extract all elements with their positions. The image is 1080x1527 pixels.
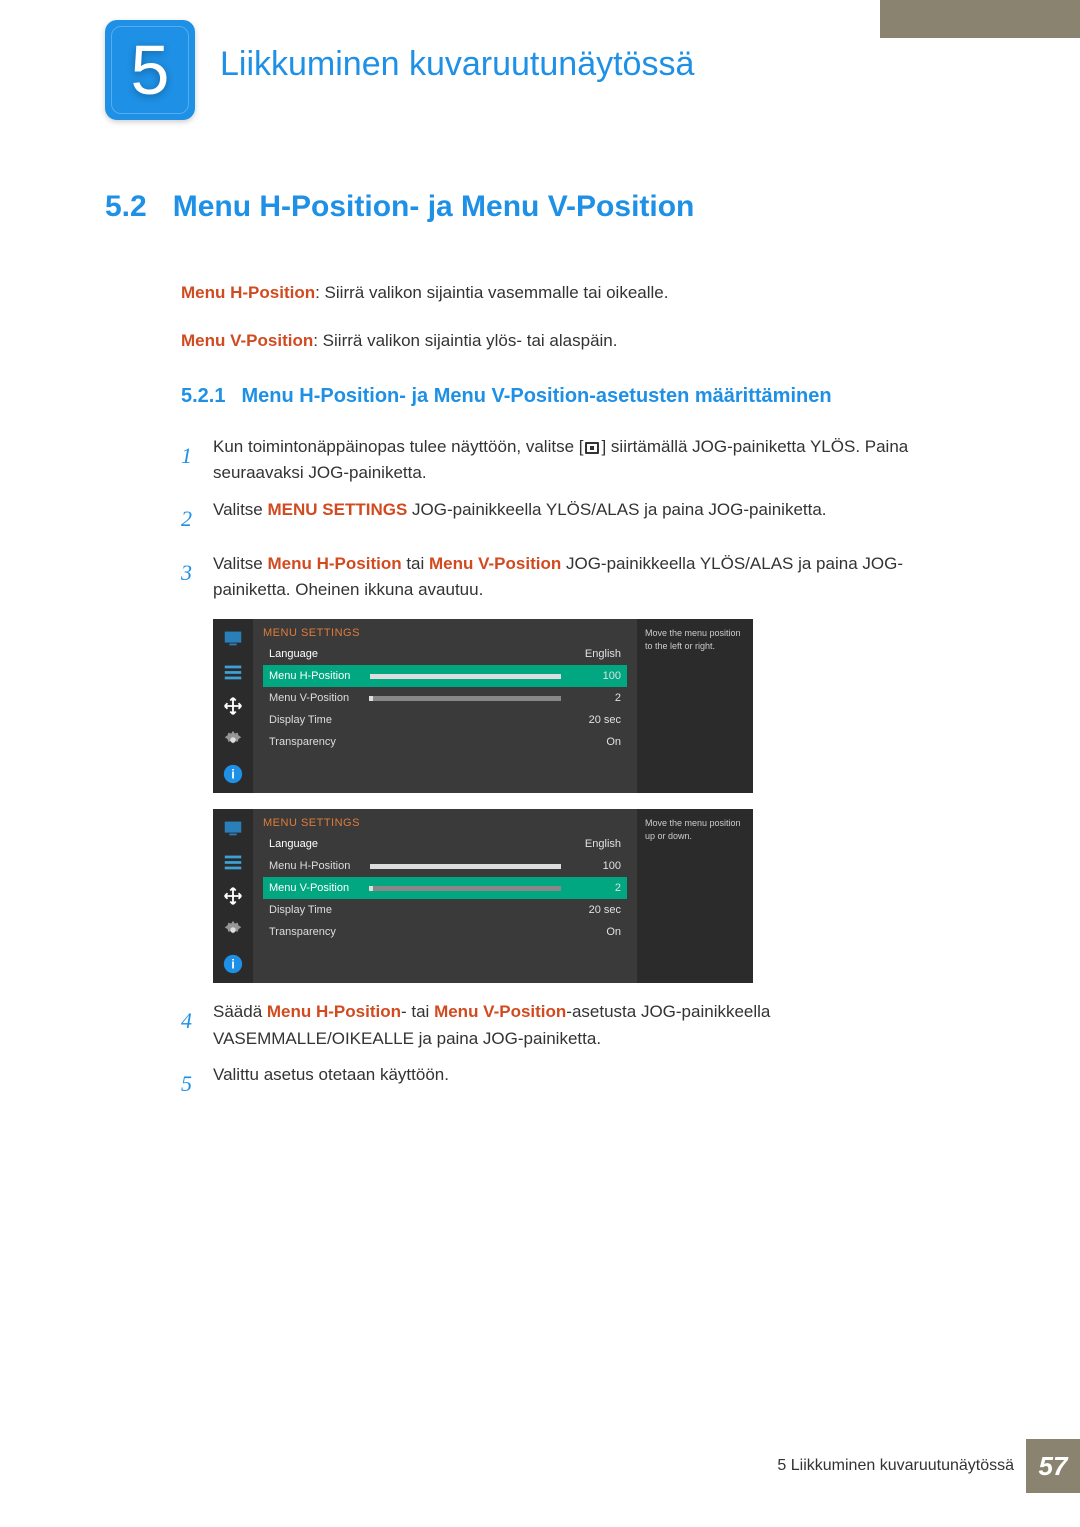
move-icon [222, 695, 244, 717]
chapter-title: Liikkuminen kuvaruutunäytössä [220, 45, 694, 84]
step-4-number: 4 [181, 999, 213, 1043]
subsection-heading: 5.2.1 Menu H-Position- ja Menu V-Position… [181, 385, 975, 408]
definition-h-label: Menu H-Position [181, 283, 315, 302]
definition-v: Menu V-Position: Siirrä valikon sijainti… [181, 328, 975, 354]
osd1-row-language: LanguageEnglish [263, 643, 627, 665]
step-1-number: 1 [181, 434, 213, 478]
definition-v-label: Menu V-Position [181, 331, 313, 350]
section-heading: 5.2 Menu H-Position- ja Menu V-Position [105, 190, 975, 224]
svg-text:i: i [231, 957, 235, 972]
subsection-title: Menu H-Position- ja Menu V-Position-aset… [241, 385, 831, 407]
step-4-body: Säädä Menu H-Position- tai Menu V-Positi… [213, 999, 975, 1052]
section-number: 5.2 [105, 190, 147, 224]
step-3: 3 Valitse Menu H-Position tai Menu V-Pos… [181, 551, 975, 604]
section-title: Menu H-Position- ja Menu V-Position [173, 190, 695, 224]
osd1-tip: Move the menu position to the left or ri… [637, 619, 753, 793]
step-2-number: 2 [181, 497, 213, 541]
definition-h: Menu H-Position: Siirrä valikon sijainti… [181, 280, 975, 306]
picture-icon [222, 627, 244, 649]
step-1-body: Kun toimintonäppäinopas tulee näyttöön, … [213, 434, 975, 487]
subsection-number: 5.2.1 [181, 385, 225, 407]
osd1-row-transparency: TransparencyOn [263, 731, 627, 753]
osd1-row-displaytime: Display Time20 sec [263, 709, 627, 731]
osd-sidebar-2: i [213, 809, 253, 983]
picture-icon [222, 817, 244, 839]
osd2-row-hposition: Menu H-Position100 [263, 855, 627, 877]
step-5-body: Valittu asetus otetaan käyttöön. [213, 1062, 975, 1088]
chapter-number: 5 [131, 30, 170, 110]
gear-icon [222, 919, 244, 941]
step-3-body: Valitse Menu H-Position tai Menu V-Posit… [213, 551, 975, 604]
step-5-number: 5 [181, 1062, 213, 1106]
step-2-body: Valitse MENU SETTINGS JOG-painikkeella Y… [213, 497, 975, 523]
osd1-title: MENU SETTINGS [263, 627, 627, 639]
step-4: 4 Säädä Menu H-Position- tai Menu V-Posi… [181, 999, 975, 1052]
step-5: 5 Valittu asetus otetaan käyttöön. [181, 1062, 975, 1106]
osd1-row-hposition: Menu H-Position100 [263, 665, 627, 687]
settings-list-icon [222, 661, 244, 683]
osd2-title: MENU SETTINGS [263, 817, 627, 829]
osd-sidebar: i [213, 619, 253, 793]
info-icon: i [222, 953, 244, 975]
osd2-row-vposition: Menu V-Position2 [263, 877, 627, 899]
step-1: 1 Kun toimintonäppäinopas tulee näyttöön… [181, 434, 975, 487]
osd1-row-vposition: Menu V-Position2 [263, 687, 627, 709]
top-band [880, 0, 1080, 38]
osd2-tip: Move the menu position up or down. [637, 809, 753, 983]
osd-menu-h: i MENU SETTINGS LanguageEnglish Menu H-P… [213, 619, 753, 793]
osd-menu-v: i MENU SETTINGS LanguageEnglish Menu H-P… [213, 809, 753, 983]
chapter-badge: 5 [105, 20, 195, 120]
page-number: 57 [1026, 1439, 1080, 1493]
info-icon: i [222, 763, 244, 785]
svg-text:i: i [231, 767, 235, 782]
osd2-row-displaytime: Display Time20 sec [263, 899, 627, 921]
move-icon [222, 885, 244, 907]
osd2-row-language: LanguageEnglish [263, 833, 627, 855]
definition-h-text: : Siirrä valikon sijaintia vasemmalle ta… [315, 283, 668, 302]
menu-icon [585, 442, 599, 454]
footer-text: 5 Liikkuminen kuvaruutunäytössä [777, 1457, 1014, 1475]
definition-v-text: : Siirrä valikon sijaintia ylös- tai ala… [313, 331, 617, 350]
settings-list-icon [222, 851, 244, 873]
step-3-number: 3 [181, 551, 213, 595]
step-2: 2 Valitse MENU SETTINGS JOG-painikkeella… [181, 497, 975, 541]
gear-icon [222, 729, 244, 751]
footer: 5 Liikkuminen kuvaruutunäytössä 57 [777, 1439, 1080, 1493]
osd2-row-transparency: TransparencyOn [263, 921, 627, 943]
